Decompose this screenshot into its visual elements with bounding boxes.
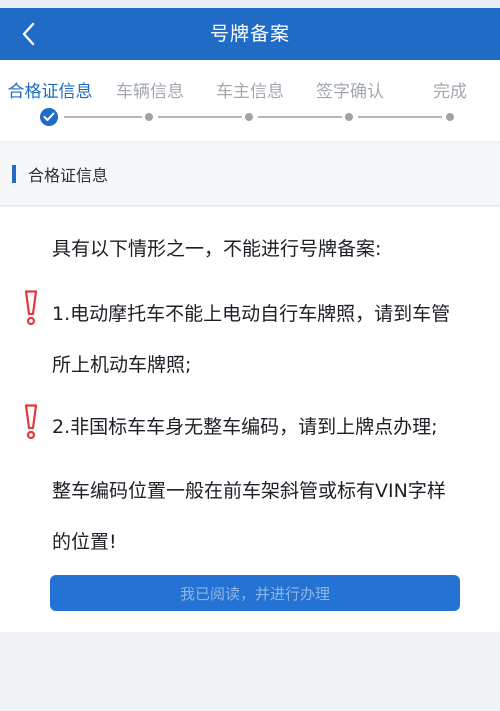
- notice-item-1-line-2: 所上机动车牌照;: [52, 354, 192, 376]
- step-label-complete[interactable]: 完成: [400, 77, 500, 102]
- step-done-marker: [40, 108, 58, 126]
- step-progress: 合格证信息 车辆信息 车主信息 签字确认 完成: [0, 60, 500, 142]
- notice-tip-line-2: 的位置!: [52, 531, 117, 553]
- step-label-certificate[interactable]: 合格证信息: [0, 77, 100, 102]
- notice-item-1-line-1: 1.电动摩托车不能上电动自行车牌照，请到车管: [52, 303, 451, 325]
- back-button[interactable]: [8, 12, 48, 56]
- step-connector: [258, 116, 342, 118]
- exclamation-icon: [24, 290, 38, 326]
- step-dot: [145, 113, 153, 121]
- notice-tip-line-1: 整车编码位置一般在前车架斜管或标有VIN字样: [52, 480, 446, 502]
- exclamation-icon: [24, 404, 38, 440]
- confirm-read-button[interactable]: 我已阅读，并进行办理: [50, 575, 460, 611]
- step-label-vehicle[interactable]: 车辆信息: [100, 77, 200, 102]
- status-strip: [0, 0, 500, 8]
- chevron-left-icon: [22, 22, 35, 46]
- step-connector: [358, 116, 442, 118]
- step-connector: [64, 116, 142, 118]
- section-accent-bar: [12, 165, 16, 183]
- step-dot: [345, 113, 353, 121]
- notice-intro: 具有以下情形之一，不能进行号牌备案:: [52, 238, 382, 260]
- step-label-signature[interactable]: 签字确认: [300, 77, 400, 102]
- step-label-owner[interactable]: 车主信息: [200, 77, 300, 102]
- step-dot: [446, 113, 454, 121]
- step-dot: [245, 113, 253, 121]
- nav-bar: 号牌备案: [0, 8, 500, 60]
- step-connector: [158, 116, 242, 118]
- section-title: 合格证信息: [28, 166, 109, 185]
- notice-item-2: 2.非国标车车身无整车编码，请到上牌点办理;: [52, 416, 438, 438]
- check-icon: [43, 112, 55, 121]
- page-title: 号牌备案: [209, 23, 290, 45]
